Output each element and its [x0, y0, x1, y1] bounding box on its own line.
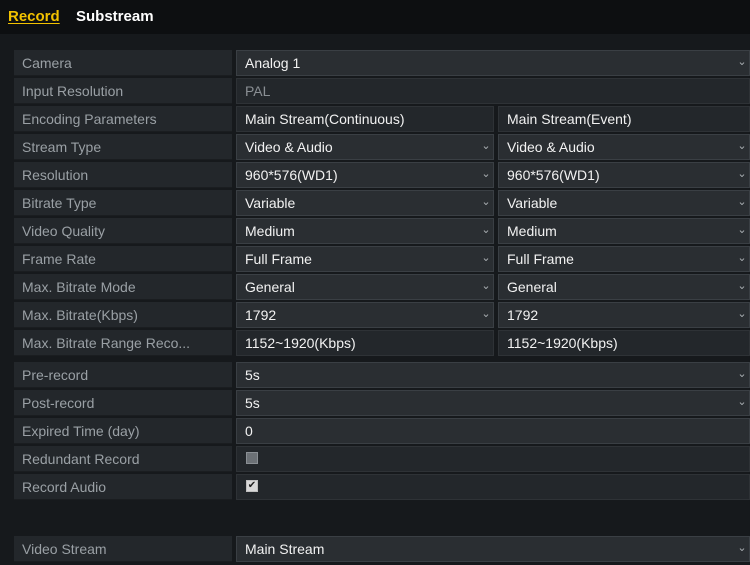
pre-record-row: Pre-record 5s ⌄	[14, 362, 750, 389]
stream-type-label: Stream Type	[14, 134, 232, 160]
chevron-down-icon: ⌄	[737, 280, 747, 292]
video-quality-event-select[interactable]: Medium	[498, 218, 750, 244]
post-record-select[interactable]: 5s	[236, 390, 750, 416]
post-record-label: Post-record	[14, 390, 232, 416]
max-bitrate-range-event-value: 1152~1920(Kbps)	[498, 330, 750, 356]
tab-record[interactable]: Record	[8, 8, 60, 25]
tab-bar: Record Substream	[0, 0, 750, 34]
max-bitrate-event-select[interactable]: 1792	[498, 302, 750, 328]
camera-select[interactable]: Analog 1	[236, 50, 750, 76]
resolution-event-select[interactable]: 960*576(WD1)	[498, 162, 750, 188]
tab-substream[interactable]: Substream	[76, 8, 154, 25]
frame-rate-main-select[interactable]: Full Frame	[236, 246, 494, 272]
stream-type-row: Stream Type Video & Audio ⌄ Video & Audi…	[14, 134, 750, 161]
post-record-row: Post-record 5s ⌄	[14, 390, 750, 417]
max-bitrate-range-row: Max. Bitrate Range Reco... 1152~1920(Kbp…	[14, 330, 750, 357]
max-bitrate-label: Max. Bitrate(Kbps)	[14, 302, 232, 328]
max-bitrate-mode-event-select[interactable]: General	[498, 274, 750, 300]
max-bitrate-mode-label: Max. Bitrate Mode	[14, 274, 232, 300]
video-quality-main-select[interactable]: Medium	[236, 218, 494, 244]
chevron-down-icon: ⌄	[737, 252, 747, 264]
redundant-record-row: Redundant Record	[14, 446, 750, 473]
pre-record-label: Pre-record	[14, 362, 232, 388]
bitrate-type-label: Bitrate Type	[14, 190, 232, 216]
chevron-down-icon: ⌄	[737, 308, 747, 320]
chevron-down-icon: ⌄	[481, 308, 491, 320]
chevron-down-icon: ⌄	[737, 542, 747, 554]
record-audio-row: Record Audio ✔	[14, 474, 750, 501]
max-bitrate-range-label: Max. Bitrate Range Reco...	[14, 330, 232, 356]
video-stream-row: Video Stream Main Stream ⌄	[14, 536, 750, 563]
chevron-down-icon: ⌄	[481, 168, 491, 180]
max-bitrate-row: Max. Bitrate(Kbps) 1792 ⌄ 1792 ⌄	[14, 302, 750, 329]
record-audio-cell	[236, 474, 750, 500]
input-resolution-row: Input Resolution PAL	[14, 78, 750, 105]
video-quality-row: Video Quality Medium ⌄ Medium ⌄	[14, 218, 750, 245]
video-stream-label: Video Stream	[14, 536, 232, 562]
max-bitrate-range-main-value: 1152~1920(Kbps)	[236, 330, 494, 356]
chevron-down-icon: ⌄	[737, 56, 747, 68]
redundant-record-checkbox[interactable]	[246, 452, 258, 464]
pre-record-select[interactable]: 5s	[236, 362, 750, 388]
chevron-down-icon: ⌄	[481, 196, 491, 208]
record-audio-checkbox[interactable]: ✔	[246, 480, 258, 492]
chevron-down-icon: ⌄	[737, 396, 747, 408]
stream-type-main-select[interactable]: Video & Audio	[236, 134, 494, 160]
chevron-down-icon: ⌄	[737, 196, 747, 208]
chevron-down-icon: ⌄	[481, 280, 491, 292]
bitrate-type-main-select[interactable]: Variable	[236, 190, 494, 216]
encoding-parameters-label: Encoding Parameters	[14, 106, 232, 132]
chevron-down-icon: ⌄	[737, 368, 747, 380]
input-resolution-label: Input Resolution	[14, 78, 232, 104]
expired-time-input[interactable]: 0	[236, 418, 750, 444]
redundant-record-label: Redundant Record	[14, 446, 232, 472]
chevron-down-icon: ⌄	[481, 224, 491, 236]
encoding-parameters-col1: Main Stream(Continuous)	[236, 106, 494, 132]
record-settings-panel: Camera Analog 1 ⌄ Input Resolution PAL E…	[14, 50, 750, 565]
expired-time-row: Expired Time (day) 0	[14, 418, 750, 445]
resolution-main-select[interactable]: 960*576(WD1)	[236, 162, 494, 188]
frame-rate-label: Frame Rate	[14, 246, 232, 272]
max-bitrate-mode-main-select[interactable]: General	[236, 274, 494, 300]
max-bitrate-main-select[interactable]: 1792	[236, 302, 494, 328]
chevron-down-icon: ⌄	[481, 252, 491, 264]
frame-rate-event-select[interactable]: Full Frame	[498, 246, 750, 272]
input-resolution-value: PAL	[236, 78, 750, 104]
encoding-parameters-col2: Main Stream(Event)	[498, 106, 750, 132]
max-bitrate-mode-row: Max. Bitrate Mode General ⌄ General ⌄	[14, 274, 750, 301]
chevron-down-icon: ⌄	[737, 168, 747, 180]
resolution-row: Resolution 960*576(WD1) ⌄ 960*576(WD1) ⌄	[14, 162, 750, 189]
redundant-record-cell	[236, 446, 750, 472]
expired-time-label: Expired Time (day)	[14, 418, 232, 444]
resolution-label: Resolution	[14, 162, 232, 188]
frame-rate-row: Frame Rate Full Frame ⌄ Full Frame ⌄	[14, 246, 750, 273]
encoding-parameters-row: Encoding Parameters Main Stream(Continuo…	[14, 106, 750, 133]
video-quality-label: Video Quality	[14, 218, 232, 244]
camera-row: Camera Analog 1 ⌄	[14, 50, 750, 77]
bitrate-type-row: Bitrate Type Variable ⌄ Variable ⌄	[14, 190, 750, 217]
chevron-down-icon: ⌄	[481, 140, 491, 152]
video-stream-select[interactable]: Main Stream	[236, 536, 750, 562]
chevron-down-icon: ⌄	[737, 140, 747, 152]
record-audio-label: Record Audio	[14, 474, 232, 500]
bitrate-type-event-select[interactable]: Variable	[498, 190, 750, 216]
chevron-down-icon: ⌄	[737, 224, 747, 236]
camera-label: Camera	[14, 50, 232, 76]
stream-type-event-select[interactable]: Video & Audio	[498, 134, 750, 160]
